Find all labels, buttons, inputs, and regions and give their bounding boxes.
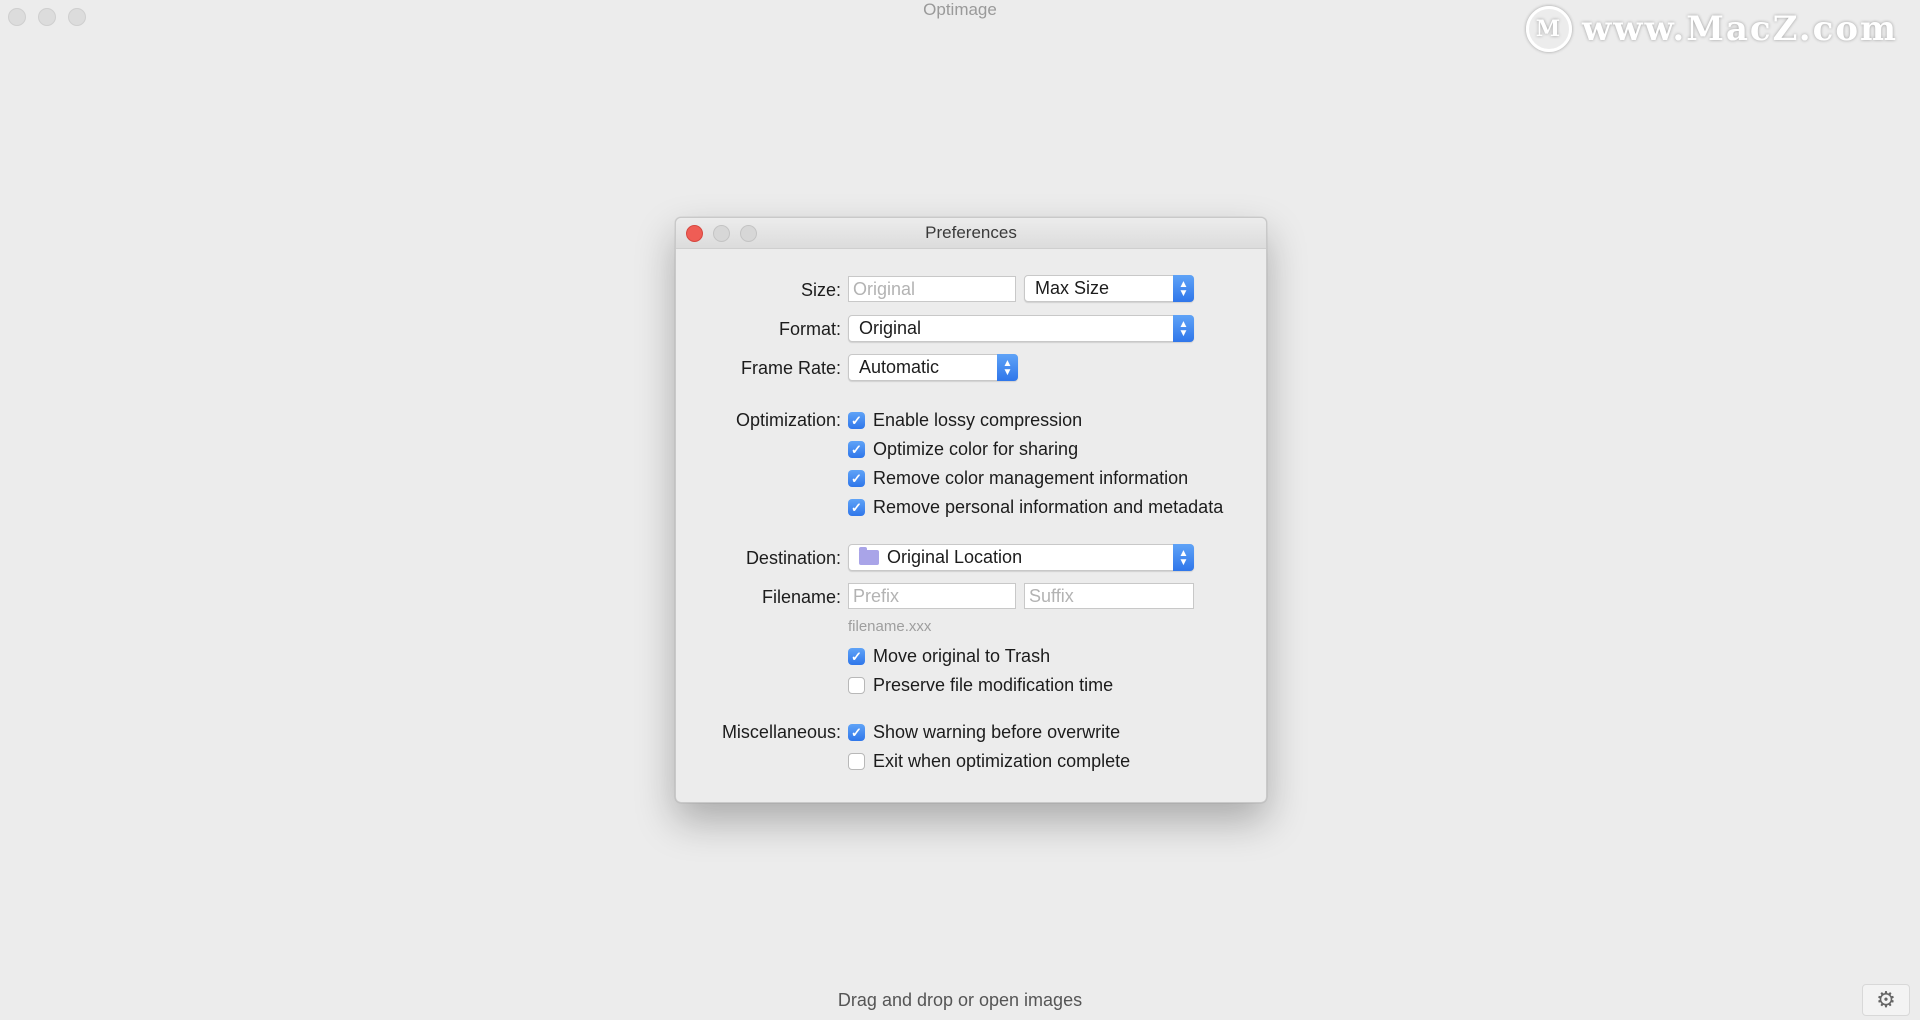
checkbox-warn-before-overwrite[interactable]: ✓ Show warning before overwrite [848, 722, 1120, 743]
checkbox-preserve-modification-time[interactable]: Preserve file modification time [848, 675, 1113, 696]
filename-preview: filename.xxx [848, 618, 932, 635]
preferences-titlebar: Preferences [676, 218, 1266, 249]
minimize-button[interactable] [713, 225, 730, 242]
destination-popup[interactable]: Original Location ▲ ▼ [848, 544, 1194, 571]
checkbox-label: Optimize color for sharing [873, 439, 1079, 459]
format-value: Original [859, 318, 922, 338]
checkbox-lossy-compression[interactable]: ✓ Enable lossy compression [848, 410, 1082, 431]
watermark-text: www.MacZ.com [1581, 9, 1898, 49]
size-label: Size: [800, 280, 841, 300]
destination-value: Original Location [887, 547, 1023, 567]
checkbox-label: Remove personal information and metadata [873, 497, 1224, 517]
optimization-label: Optimization: [735, 410, 841, 430]
frame-rate-stepper-icon: ▲ ▼ [997, 354, 1018, 381]
gear-icon: ⚙ [1876, 987, 1896, 1012]
format-stepper-icon: ▲ ▼ [1173, 315, 1194, 342]
destination-label: Destination: [745, 548, 841, 568]
size-mode-value: Max Size [1035, 278, 1110, 298]
watermark-logo-icon: M [1525, 6, 1572, 52]
checkbox-label: Preserve file modification time [873, 675, 1114, 695]
checkbox-checked-icon: ✓ [848, 441, 865, 458]
checkbox-label: Remove color management information [873, 468, 1189, 488]
checkbox-label: Exit when optimization complete [873, 751, 1131, 771]
filename-prefix-input[interactable] [848, 583, 1016, 609]
zoom-button[interactable] [740, 225, 757, 242]
miscellaneous-label: Miscellaneous: [721, 722, 841, 742]
settings-button[interactable]: ⚙ [1862, 984, 1910, 1016]
frame-rate-label: Frame Rate: [740, 358, 841, 378]
checkbox-checked-icon: ✓ [848, 412, 865, 429]
size-mode-stepper-icon: ▲ ▼ [1173, 275, 1194, 302]
checkbox-label: Move original to Trash [873, 646, 1051, 666]
checkbox-checked-icon: ✓ [848, 648, 865, 665]
destination-stepper-icon: ▲ ▼ [1173, 544, 1194, 571]
filename-label: Filename: [761, 587, 841, 607]
frame-rate-popup[interactable]: Automatic ▲ ▼ [848, 354, 1018, 381]
preferences-window: Preferences Size: Max Size ▲▼ Format: Or… [675, 217, 1267, 803]
checkbox-checked-icon: ✓ [848, 724, 865, 741]
preferences-title: Preferences [925, 223, 1017, 242]
watermark: M www.MacZ.com [1525, 6, 1898, 52]
checkbox-unchecked-icon [848, 753, 865, 770]
size-mode-popup[interactable]: Max Size ▲ ▼ [1024, 275, 1194, 302]
format-popup[interactable]: Original ▲ ▼ [848, 315, 1194, 342]
checkbox-exit-when-complete[interactable]: Exit when optimization complete [848, 751, 1130, 772]
checkbox-checked-icon: ✓ [848, 470, 865, 487]
checkbox-label: Enable lossy compression [873, 410, 1083, 430]
checkbox-unchecked-icon [848, 677, 865, 694]
checkbox-checked-icon: ✓ [848, 499, 865, 516]
format-label: Format: [778, 319, 841, 339]
size-input[interactable] [848, 276, 1016, 302]
checkbox-label: Show warning before overwrite [873, 722, 1121, 742]
close-button[interactable] [686, 225, 703, 242]
folder-icon [859, 547, 879, 565]
drop-hint: Drag and drop or open images [837, 990, 1083, 1010]
preferences-window-controls [686, 225, 757, 242]
checkbox-optimize-color[interactable]: ✓ Optimize color for sharing [848, 439, 1078, 460]
frame-rate-value: Automatic [859, 357, 940, 377]
checkbox-move-to-trash[interactable]: ✓ Move original to Trash [848, 646, 1050, 667]
filename-suffix-input[interactable] [1024, 583, 1194, 609]
checkbox-remove-metadata[interactable]: ✓ Remove personal information and metada… [848, 497, 1223, 518]
checkbox-remove-color-management[interactable]: ✓ Remove color management information [848, 468, 1188, 489]
